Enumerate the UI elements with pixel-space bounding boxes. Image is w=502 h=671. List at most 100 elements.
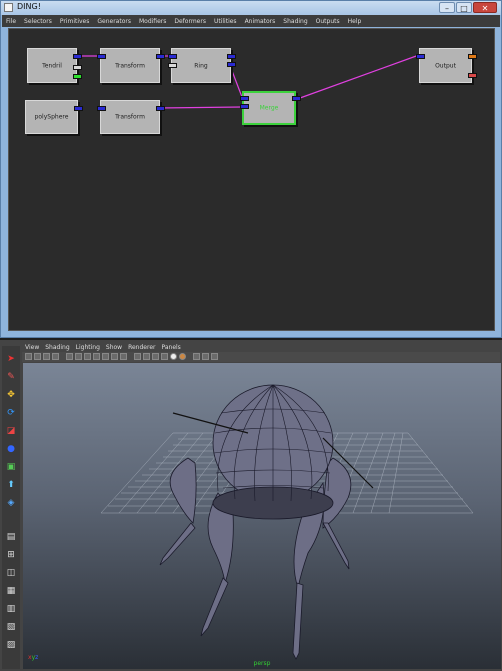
- node-tendril[interactable]: Tendril: [27, 48, 82, 83]
- node-output[interactable]: Output: [416, 48, 477, 83]
- gate-mask-icon[interactable]: [93, 353, 100, 360]
- merge-input-port-1[interactable]: [240, 96, 249, 101]
- title-bar[interactable]: DING! – □ ✕: [1, 1, 501, 15]
- shadows-icon[interactable]: [179, 353, 186, 360]
- node-graph-canvas[interactable]: Tendril Transform Ring Output polySphere…: [8, 28, 495, 331]
- node-tendril-label: Tendril: [42, 62, 62, 69]
- lights-icon[interactable]: [170, 353, 177, 360]
- layout-four-icon[interactable]: ⊞: [4, 548, 18, 561]
- menu-animators[interactable]: Animators: [241, 18, 280, 25]
- viewport-menu-shading[interactable]: Shading: [42, 344, 72, 351]
- ring-input-port-2[interactable]: [168, 63, 177, 68]
- isolate-select-icon[interactable]: [193, 353, 200, 360]
- layout-extra-icon[interactable]: ▨: [4, 638, 18, 651]
- node-polysphere[interactable]: polySphere: [25, 100, 83, 134]
- viewport-menu-renderer[interactable]: Renderer: [125, 344, 158, 351]
- merge-input-port-2[interactable]: [240, 104, 249, 109]
- polysphere-output-port[interactable]: [74, 106, 83, 111]
- tendril-port-2[interactable]: [73, 65, 82, 70]
- backface-icon[interactable]: [211, 353, 218, 360]
- menu-deformers[interactable]: Deformers: [170, 18, 210, 25]
- field-chart-icon[interactable]: [102, 353, 109, 360]
- output-port-red[interactable]: [468, 73, 477, 78]
- resolution-gate-icon[interactable]: [84, 353, 91, 360]
- menu-outputs[interactable]: Outputs: [312, 18, 344, 25]
- node-polysphere-label: polySphere: [34, 113, 69, 121]
- tendril-port-3[interactable]: [73, 74, 82, 79]
- node-ring[interactable]: Ring: [168, 48, 236, 83]
- node-editor-window: DING! – □ ✕ File Selectors Primitives Ge…: [0, 0, 502, 338]
- node-merge-label: Merge: [259, 104, 279, 112]
- maximize-button[interactable]: □: [456, 2, 472, 13]
- wire-merge-output[interactable]: [299, 54, 420, 99]
- wire-transform-merge[interactable]: [157, 106, 243, 109]
- film-gate-icon[interactable]: [75, 353, 82, 360]
- ring-output-port-2[interactable]: [227, 62, 236, 67]
- layout-outliner-icon[interactable]: ▦: [4, 584, 18, 597]
- image-plane-icon[interactable]: [52, 353, 59, 360]
- wireframe-on-shaded-icon[interactable]: [152, 353, 159, 360]
- layout-graph-icon[interactable]: ▥: [4, 602, 18, 615]
- scale-tool-icon[interactable]: ◪: [4, 424, 18, 437]
- output-port-orange[interactable]: [468, 54, 477, 59]
- lasso-tool-icon[interactable]: ✎: [4, 370, 18, 383]
- ring-input-port[interactable]: [168, 54, 177, 59]
- transform-2-input-port[interactable]: [97, 106, 106, 111]
- viewport-menu-lighting[interactable]: Lighting: [73, 344, 103, 351]
- menu-generators[interactable]: Generators: [93, 18, 135, 25]
- menu-help[interactable]: Help: [344, 18, 366, 25]
- transform-2-output-port[interactable]: [156, 106, 165, 111]
- minimize-button[interactable]: –: [439, 2, 455, 13]
- node-transform-1[interactable]: Transform: [97, 48, 165, 83]
- xray-icon[interactable]: [202, 353, 209, 360]
- bookmark-icon[interactable]: [43, 353, 50, 360]
- sphere-body: [212, 384, 334, 520]
- soft-mod-tool-icon[interactable]: ◈: [4, 496, 18, 509]
- move-tool-icon[interactable]: ✥: [4, 388, 18, 401]
- menu-modifiers[interactable]: Modifiers: [135, 18, 170, 25]
- output-input-port[interactable]: [416, 54, 425, 59]
- cube-tool-icon[interactable]: ▣: [4, 460, 18, 473]
- sphere-tool-icon[interactable]: ●: [4, 442, 18, 455]
- viewport-scene: [100, 384, 474, 660]
- viewport-menu-view[interactable]: View: [22, 344, 42, 351]
- camera-attributes-icon[interactable]: [34, 353, 41, 360]
- viewport-menu-show[interactable]: Show: [103, 344, 125, 351]
- rotate-tool-icon[interactable]: ⟳: [4, 406, 18, 419]
- safe-action-icon[interactable]: [111, 353, 118, 360]
- node-transform-1-label: Transform: [115, 62, 145, 69]
- layout-two-icon[interactable]: ◫: [4, 566, 18, 579]
- node-ring-label: Ring: [194, 62, 208, 69]
- node-merge[interactable]: Merge: [240, 91, 301, 125]
- viewport-panel: ➤ ✎ ✥ ⟳ ◪ ● ▣ ⬆ ◈ ▤ ⊞ ◫ ▦ ▥ ▧ ▨ View Sha…: [0, 340, 502, 671]
- select-tool-icon[interactable]: ➤: [4, 352, 18, 365]
- layout-single-icon[interactable]: ▤: [4, 530, 18, 543]
- transform-1-output-port[interactable]: [156, 54, 165, 59]
- tendril-output-port[interactable]: [73, 54, 82, 59]
- 3d-viewport[interactable]: xyz persp: [23, 363, 501, 669]
- node-transform-2-label: Transform: [115, 113, 145, 121]
- node-transform-2[interactable]: Transform: [97, 100, 165, 134]
- viewport-menu-panels[interactable]: Panels: [158, 344, 183, 351]
- menu-selectors[interactable]: Selectors: [20, 18, 56, 25]
- ring-output-port[interactable]: [227, 54, 236, 59]
- menu-utilities[interactable]: Utilities: [210, 18, 241, 25]
- camera-select-icon[interactable]: [25, 353, 32, 360]
- viewport-menu-bar: View Shading Lighting Show Renderer Pane…: [22, 342, 500, 352]
- close-button[interactable]: ✕: [473, 2, 497, 13]
- merge-output-port[interactable]: [292, 96, 301, 101]
- viewport-toolbar: [22, 352, 500, 362]
- menu-shading[interactable]: Shading: [279, 18, 311, 25]
- layout-persp-icon[interactable]: ▧: [4, 620, 18, 633]
- menu-primitives[interactable]: Primitives: [56, 18, 94, 25]
- manipulator-tool-icon[interactable]: ⬆: [4, 478, 18, 491]
- safe-title-icon[interactable]: [120, 353, 127, 360]
- wireframe-icon[interactable]: [134, 353, 141, 360]
- textured-icon[interactable]: [161, 353, 168, 360]
- transform-1-input-port[interactable]: [97, 54, 106, 59]
- grid-icon[interactable]: [66, 353, 73, 360]
- smooth-shade-icon[interactable]: [143, 353, 150, 360]
- toolbox: ➤ ✎ ✥ ⟳ ◪ ● ▣ ⬆ ◈ ▤ ⊞ ◫ ▦ ▥ ▧ ▨: [2, 346, 20, 669]
- node-output-label: Output: [435, 62, 456, 69]
- menu-file[interactable]: File: [2, 18, 20, 25]
